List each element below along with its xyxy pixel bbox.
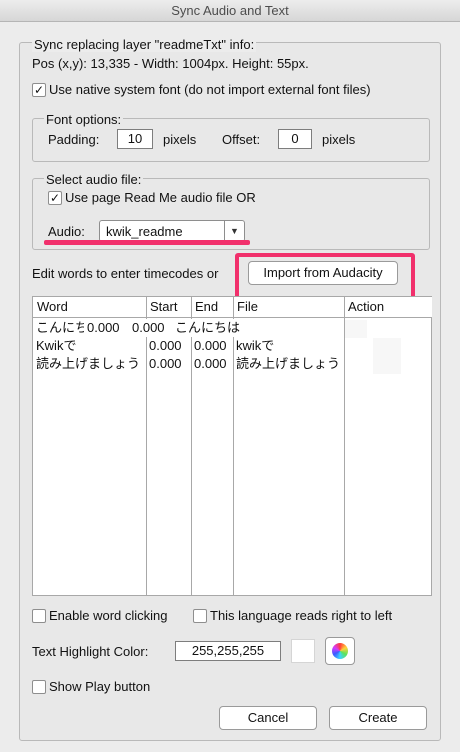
table-cell-start[interactable]: 0.000 [147, 355, 190, 373]
column-divider [344, 297, 345, 595]
action-cell[interactable] [373, 338, 401, 374]
column-header-end[interactable]: End [191, 297, 233, 318]
audio-select-value: kwik_readme [106, 224, 183, 239]
info-heading: Sync replacing layer "readmeTxt" info: [32, 37, 257, 52]
right-to-left-label: This language reads right to left [210, 608, 393, 623]
word-clicking-label: Enable word clicking [49, 608, 168, 623]
column-header-word[interactable]: Word [33, 297, 146, 318]
cancel-button[interactable]: Cancel [219, 706, 317, 730]
color-picker-button[interactable] [325, 637, 355, 665]
chevron-down-icon: ▼ [224, 221, 244, 241]
highlight-color-label: Text Highlight Color: [32, 644, 149, 659]
table-cell-word[interactable]: 読み上げましょう [34, 355, 145, 373]
offset-label: Offset: [222, 132, 261, 147]
highlight-underline [44, 240, 250, 245]
padding-label: Padding: [48, 132, 100, 147]
table-cell-start[interactable]: 0.000 [147, 337, 190, 355]
table-cell-end[interactable]: 0.000 [192, 337, 232, 355]
import-audacity-button[interactable]: Import from Audacity [248, 261, 398, 285]
native-font-label: Use native system font (do not import ex… [49, 82, 371, 97]
highlight-color-input[interactable]: 255,255,255 [175, 641, 281, 661]
column-header-action[interactable]: Action [344, 297, 432, 318]
use-page-audio-checkbox[interactable]: ✓ [48, 191, 62, 205]
table-cell-end[interactable]: 0.000 [192, 355, 232, 373]
audio-select[interactable]: kwik_readme ▼ [99, 220, 245, 242]
create-button[interactable]: Create [329, 706, 427, 730]
table-cell-end[interactable]: 0.000 [130, 319, 172, 337]
offset-unit: pixels [322, 132, 356, 147]
show-play-checkbox[interactable] [32, 680, 46, 694]
audio-label: Audio: [48, 224, 85, 239]
right-to-left-checkbox[interactable] [193, 609, 207, 623]
offset-input[interactable]: 0 [278, 129, 312, 149]
window-title-bar: Sync Audio and Text [0, 0, 460, 22]
column-header-start[interactable]: Start [146, 297, 191, 318]
edit-words-label: Edit words to enter timecodes or [32, 266, 219, 281]
native-font-checkbox[interactable]: ✓ [32, 83, 46, 97]
table-cell-file[interactable]: 読み上げましょう [234, 355, 344, 373]
position-info: Pos (x,y): 13,335 - Width: 1004px. Heigh… [32, 56, 309, 71]
table-cell-file[interactable]: kwikで [234, 337, 344, 355]
font-options-legend: Font options: [44, 112, 124, 127]
padding-input[interactable]: 10 [117, 129, 153, 149]
word-clicking-checkbox[interactable] [32, 609, 46, 623]
table-cell-word[interactable]: こんにちは [34, 319, 84, 337]
window-title: Sync Audio and Text [171, 3, 289, 18]
action-cell[interactable] [345, 320, 367, 338]
table-cell-start[interactable]: 0.000 [85, 319, 131, 337]
use-page-audio-label: Use page Read Me audio file OR [65, 190, 256, 205]
table-cell-word[interactable]: Kwikで [34, 337, 145, 355]
show-play-label: Show Play button [49, 679, 151, 694]
audio-file-legend: Select audio file: [44, 172, 144, 187]
column-header-file[interactable]: File [233, 297, 344, 318]
color-wheel-icon [332, 643, 348, 659]
color-swatch[interactable] [291, 639, 315, 663]
words-table[interactable]: Word Start End File Action こんにちは 0.000 0… [32, 296, 432, 596]
padding-unit: pixels [163, 132, 197, 147]
table-cell-file[interactable]: こんにちは [173, 319, 279, 337]
